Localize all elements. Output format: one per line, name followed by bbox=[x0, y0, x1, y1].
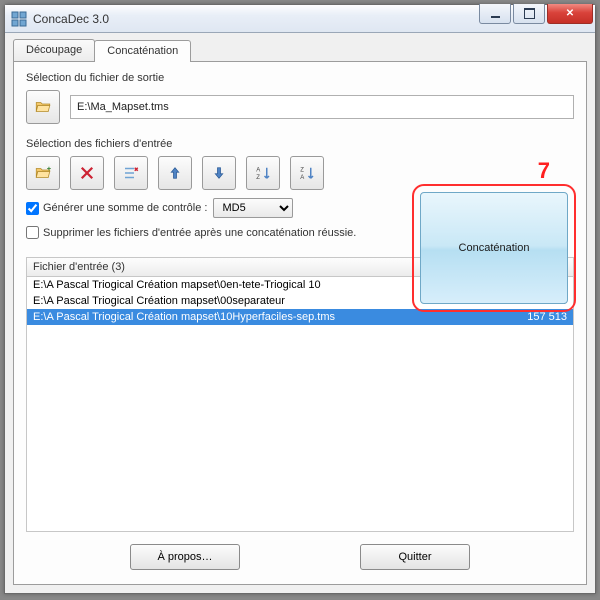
output-path-input[interactable] bbox=[70, 95, 574, 119]
minimize-button[interactable] bbox=[479, 4, 511, 24]
arrow-up-icon bbox=[166, 164, 184, 182]
annotation-highlight: Concaténation bbox=[412, 184, 576, 312]
output-section-label: Sélection du fichier de sortie bbox=[26, 72, 574, 84]
remove-file-button[interactable] bbox=[70, 156, 104, 190]
tab-bar: Découpage Concaténation bbox=[13, 39, 587, 61]
clear-files-button[interactable] bbox=[114, 156, 148, 190]
quit-button[interactable]: Quitter bbox=[360, 544, 470, 570]
close-button[interactable] bbox=[547, 4, 593, 24]
svg-text:A: A bbox=[300, 175, 304, 181]
svg-text:Z: Z bbox=[256, 175, 260, 181]
window-title: ConcaDec 3.0 bbox=[33, 12, 479, 26]
svg-text:+: + bbox=[47, 164, 52, 173]
tab-decoupage[interactable]: Découpage bbox=[13, 39, 95, 61]
about-button[interactable]: À propos… bbox=[130, 544, 240, 570]
delete-icon bbox=[78, 164, 96, 182]
sort-desc-icon: ZA bbox=[298, 164, 316, 182]
app-window: ConcaDec 3.0 Découpage Concaténation Sél… bbox=[4, 4, 596, 594]
arrow-down-icon bbox=[210, 164, 228, 182]
titlebar: ConcaDec 3.0 bbox=[5, 5, 595, 33]
clear-list-icon bbox=[122, 164, 140, 182]
col-header-file[interactable]: Fichier d'entrée (3) bbox=[27, 258, 423, 276]
svg-text:A: A bbox=[256, 168, 260, 174]
tab-panel: Sélection du fichier de sortie Sélection… bbox=[13, 61, 587, 585]
delete-after-checkbox[interactable] bbox=[26, 226, 39, 239]
app-icon bbox=[11, 11, 27, 27]
sort-asc-icon: AZ bbox=[254, 164, 272, 182]
tab-concatenation[interactable]: Concaténation bbox=[94, 40, 191, 62]
annotation-7: 7 bbox=[538, 158, 550, 184]
add-files-button[interactable]: + bbox=[26, 156, 60, 190]
folder-add-icon: + bbox=[34, 164, 52, 182]
svg-text:Z: Z bbox=[300, 168, 304, 174]
concatenate-button[interactable]: Concaténation bbox=[420, 192, 568, 304]
checksum-algo-select[interactable]: MD5 bbox=[213, 198, 293, 218]
maximize-button[interactable] bbox=[513, 4, 545, 24]
sort-desc-button[interactable]: ZA bbox=[290, 156, 324, 190]
move-up-button[interactable] bbox=[158, 156, 192, 190]
folder-open-icon bbox=[34, 98, 52, 116]
checksum-checkbox[interactable] bbox=[26, 202, 39, 215]
delete-after-label: Supprimer les fichiers d'entrée après un… bbox=[43, 227, 356, 239]
browse-output-button[interactable] bbox=[26, 90, 60, 124]
move-down-button[interactable] bbox=[202, 156, 236, 190]
file-list[interactable]: E:\A Pascal Triogical Création mapset\0e… bbox=[26, 277, 574, 532]
sort-asc-button[interactable]: AZ bbox=[246, 156, 280, 190]
checksum-label: Générer une somme de contrôle : bbox=[43, 202, 207, 214]
input-section-label: Sélection des fichiers d'entrée bbox=[26, 138, 574, 150]
